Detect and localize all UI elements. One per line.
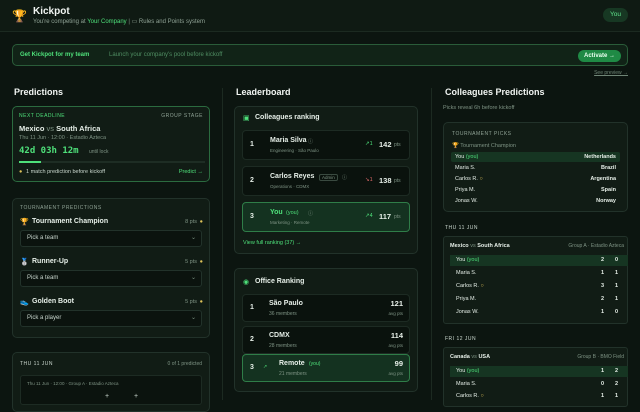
countdown: 42d 03h 12m	[19, 146, 79, 156]
pick-row: Priya M. Spain	[455, 187, 616, 193]
info-icon: ⓘ	[308, 139, 314, 145]
score-row: Priya M. 2 1	[456, 296, 618, 302]
activate-banner: Get Kickpot for my team Launch your comp…	[12, 44, 628, 66]
next-deadline-card: NEXT DEADLINE GROUP STAGE Mexico vs Sout…	[12, 106, 210, 182]
banner-title: Get Kickpot for my team	[20, 52, 90, 58]
book-icon: ▭	[131, 19, 138, 25]
see-preview-link[interactable]: See preview →	[594, 70, 628, 76]
pick-row: Maria S. Brazil	[455, 165, 616, 171]
info-icon: ⓘ	[308, 211, 314, 217]
office-row[interactable]: 2 CDMX 28 members 114 avg pts	[242, 326, 410, 354]
company-line: You're competing at Your Company | ▭ Rul…	[33, 19, 205, 25]
plus-icon[interactable]: +	[105, 393, 109, 400]
match-title: Mexico vs South Africa	[450, 243, 510, 249]
picks-subtitle: 🏆 Tournament Champion	[452, 143, 516, 149]
chevron-down-icon: ⌄	[190, 315, 196, 321]
score-row: Jonas W. 1 0	[456, 309, 618, 315]
golden-boot-select[interactable]: Pick a player ⌄	[20, 310, 202, 327]
trend-up-icon: ↗1	[365, 141, 373, 147]
rules-link[interactable]: Rules and Points system	[139, 19, 205, 25]
banner-description: Launch your company's pool before kickof…	[109, 52, 223, 58]
company-link[interactable]: Your Company	[87, 19, 126, 25]
view-full-ranking-link[interactable]: View full ranking (37) →	[243, 240, 301, 246]
colleagues-predictions-title: Colleagues Predictions	[445, 87, 545, 97]
score-row-you: You (you) 2 0	[450, 255, 628, 266]
trophy-icon: 🏆	[20, 219, 29, 226]
pick-row-you: You (you) Netherlands	[451, 152, 620, 162]
office-row-you[interactable]: 3 ↗ Remote (you) 21 members 99 avg pts	[242, 354, 410, 382]
pick-row: Carlos R. ○ Argentina	[455, 176, 616, 182]
predictions-title: Predictions	[14, 87, 64, 97]
people-icon: ▣	[243, 115, 250, 122]
score-row: Maria S. 0 2	[456, 381, 618, 387]
office-ranking-card: ◉ Office Ranking 1 São Paulo 36 members …	[234, 268, 418, 392]
chevron-down-icon: ⌄	[190, 235, 196, 241]
medal-icon: 🥈	[20, 259, 29, 266]
ranking-row-you[interactable]: 3 You (you) ⓘ Marketing · Remote ↗4 117 …	[242, 202, 410, 232]
match-prediction-row[interactable]: Thu 11 Jun · 12:00 · Group A · Estadio A…	[20, 375, 202, 405]
day-card: THU 11 JUN 0 of 1 predicted Thu 11 Jun ·…	[12, 352, 210, 412]
runner-up-select[interactable]: Pick a team ⌄	[20, 270, 202, 287]
match-title: Canada vs USA	[450, 354, 491, 360]
info-icon: ⓘ	[342, 175, 348, 181]
colleagues-ranking-card: ▣ Colleagues ranking 1 Maria Silva ⓘ Eng…	[234, 106, 418, 254]
champion-select[interactable]: Pick a team ⌄	[20, 230, 202, 247]
score-row-you: You (you) 1 2	[450, 366, 628, 377]
trophy-icon: 🏆	[12, 9, 27, 23]
ranking-row[interactable]: 1 Maria Silva ⓘ Engineering · São Paulo …	[242, 130, 410, 160]
day-label: THU 11 JUN	[445, 225, 478, 231]
chevron-down-icon: ⌄	[190, 275, 196, 281]
ranking-row[interactable]: 2 Carlos Reyes Admin ⓘ Operations · CDMX…	[242, 166, 410, 196]
trend-up-icon: ↗4	[365, 213, 373, 219]
countdown-progress	[19, 161, 205, 163]
user-menu-button[interactable]: You	[603, 8, 628, 22]
office-row[interactable]: 1 São Paulo 36 members 121 avg pts	[242, 294, 410, 322]
column-divider	[222, 88, 223, 400]
activate-button[interactable]: Activate →	[577, 50, 621, 62]
trend-up-icon: ↗	[263, 364, 268, 370]
match-title: Mexico vs South Africa	[19, 124, 101, 133]
app-title: Kickpot	[33, 6, 70, 17]
top-bar: 🏆 Kickpot You're competing at Your Compa…	[0, 0, 640, 32]
boot-icon: 👟	[20, 299, 29, 306]
score-row: Carlos R. ○ 1 1	[456, 393, 618, 399]
pin-icon: ◉	[243, 279, 250, 286]
score-row: Carlos R. ○ 3 1	[456, 283, 618, 289]
predict-link[interactable]: Predict →	[179, 169, 203, 175]
pick-row: Jonas W. Norway	[455, 198, 616, 204]
day-label: FRI 12 JUN	[445, 336, 477, 342]
plus-icon[interactable]: +	[134, 393, 138, 400]
tournament-predictions-card: TOURNAMENT PREDICTIONS 🏆 Tournament Cham…	[12, 198, 210, 338]
trend-down-icon: ↘1	[365, 177, 373, 183]
reveal-note: Picks reveal 6h before kickoff	[443, 105, 515, 111]
warning-icon: ●	[19, 169, 23, 175]
leaderboard-title: Leaderboard	[236, 87, 291, 97]
admin-icon: ○	[479, 176, 483, 182]
column-divider	[431, 88, 432, 400]
tournament-picks-card: TOURNAMENT PICKS 🏆 Tournament Champion Y…	[443, 122, 628, 212]
score-row: Maria S. 1 1	[456, 270, 618, 276]
admin-badge: Admin	[319, 174, 338, 181]
